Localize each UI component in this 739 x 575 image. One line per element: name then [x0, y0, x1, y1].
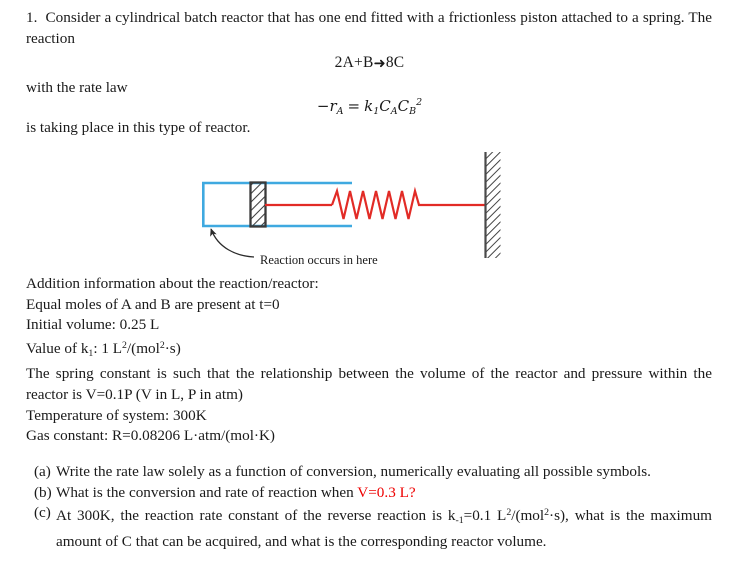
- taking-place-text: is taking place in this type of reactor.: [26, 119, 251, 136]
- rate-law-ca-subscript: A: [390, 106, 398, 117]
- info-line-initial-volume: Initial volume: 0.25 L: [26, 316, 160, 334]
- rate-law-r-subscript: A: [336, 106, 344, 117]
- reaction-equation: 2A+B➜8C: [0, 54, 739, 72]
- reaction-reactants: 2A+B: [334, 54, 374, 71]
- problem-number: 1.: [26, 9, 38, 26]
- right-arrow-icon: ➜: [373, 56, 386, 72]
- question-c-text-2: =0.1 L: [463, 507, 507, 525]
- question-item-a: (a) Write the rate law solely as a functi…: [26, 462, 712, 483]
- question-item-b: (b) What is the conversion and rate of re…: [26, 483, 712, 504]
- rate-law-cb-subscript: B: [409, 106, 417, 117]
- question-a-marker: (a): [34, 463, 51, 480]
- rate-law-cb: C: [397, 97, 410, 115]
- question-a-text: Write the rate law solely as a function …: [56, 463, 651, 480]
- question-list: (a) Write the rate law solely as a functi…: [26, 462, 712, 552]
- k-value-prefix: Value of k: [26, 339, 89, 357]
- k-value-mid: : 1 L: [93, 339, 123, 357]
- fixed-wall: [484, 152, 501, 258]
- question-b-text: What is the conversion and rate of react…: [56, 483, 358, 501]
- k-value-mid-2: /(mol: [126, 339, 160, 357]
- question-b-highlight: V=0.3 L?: [357, 483, 416, 501]
- rate-law-k: k: [364, 97, 374, 115]
- info-line-temperature: Temperature of system: 300K: [26, 406, 207, 424]
- additional-info-heading: Addition information about the reaction/…: [26, 275, 319, 292]
- additional-information: Addition information about the reaction/…: [26, 274, 712, 447]
- question-item-c: (c) At 300K, the reaction rate constant o…: [26, 503, 712, 552]
- question-c-text-1: At 300K, the reaction rate constant of t…: [56, 507, 456, 525]
- reaction-products: 8C: [385, 54, 405, 71]
- info-line-k-value: Value of k1: 1 L2/(mol2·s): [26, 336, 712, 365]
- reactor-diagram: Reaction occurs in here: [180, 145, 520, 270]
- rate-law-ca: C: [379, 97, 391, 115]
- problem-intro: 1. Consider a cylindrical batch reactor …: [26, 8, 712, 49]
- rate-law-r: r: [329, 97, 337, 115]
- rate-law-equation: −rA = k1CACB2: [0, 97, 739, 117]
- question-c-k-subscript: -1: [455, 515, 464, 527]
- piston: [249, 181, 267, 228]
- callout-arrow: [210, 228, 255, 258]
- spring: [330, 186, 485, 220]
- question-c-text-3: /(mol: [511, 507, 545, 525]
- question-c-marker: (c): [34, 504, 51, 522]
- info-line-spring-constant: The spring constant is such that the rel…: [26, 365, 712, 403]
- reaction-occurs-label: Reaction occurs in here: [260, 253, 378, 267]
- rate-law-cb-exponent: 2: [416, 97, 423, 108]
- document-page: 1. Consider a cylindrical batch reactor …: [0, 0, 739, 575]
- rate-law-equals: =: [347, 97, 361, 115]
- question-b-marker: (b): [34, 483, 52, 501]
- rate-law-minus: −: [316, 97, 330, 115]
- with-rate-law-text: with the rate law: [26, 79, 128, 96]
- info-line-equal-moles: Equal moles of A and B are present at t=…: [26, 295, 280, 313]
- problem-intro-text: Consider a cylindrical batch reactor tha…: [26, 9, 713, 47]
- info-line-gas-constant: Gas constant: R=0.08206 L·atm/(mol·K): [26, 427, 275, 445]
- k-value-end: ·s): [164, 339, 181, 357]
